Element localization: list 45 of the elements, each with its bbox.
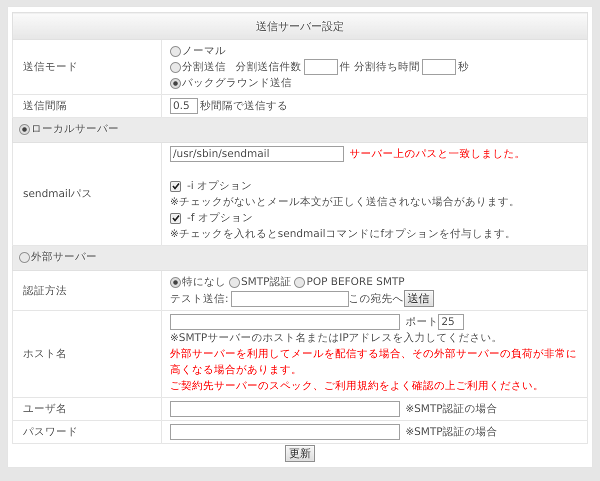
note-text: ※SMTP認証の場合 [404, 425, 498, 440]
send-button[interactable]: 送信 [404, 290, 434, 307]
input-field[interactable]: /usr/sbin/sendmail [170, 146, 344, 162]
radio-option[interactable]: ノーマル [170, 43, 226, 59]
input-field[interactable] [170, 314, 400, 330]
input-field[interactable] [170, 401, 400, 417]
field-label: この宛先へ [348, 292, 404, 306]
field-label: テスト送信: [170, 292, 229, 306]
note-text: ※SMTP認証の場合 [404, 402, 498, 417]
field-label: ポート [404, 315, 438, 330]
row-label: パスワード [12, 420, 162, 444]
input-field[interactable] [422, 59, 456, 75]
note-text: ※チェックがないとメール本文が正しく送信されない場合があります。 [170, 195, 520, 210]
radio-option[interactable]: バックグラウンド送信 [170, 75, 292, 91]
row-label: 認証方法 [12, 270, 162, 310]
radio-option[interactable]: 特になし [170, 274, 226, 290]
unit-label: 秒 [458, 60, 470, 75]
input-field[interactable] [230, 290, 349, 306]
row-label: ホスト名 [12, 310, 162, 398]
row-label: 送信モード [12, 40, 162, 94]
input-field[interactable]: 25 [438, 314, 464, 330]
note-text: ※SMTPサーバーのホスト名またはIPアドレスを入力してください。 [170, 332, 503, 344]
update-button[interactable]: 更新 [285, 445, 315, 462]
note-text: ※チェックを入れるとsendmailコマンドにfオプションを付与します。 [170, 227, 516, 242]
warning-text: ご契約先サーバーのスペック、ご利用規約をよく確認の上ご利用ください。 [170, 379, 545, 394]
radio-option[interactable]: 分割送信 [170, 59, 226, 75]
radio-option[interactable]: POP BEFORE SMTP [294, 274, 405, 290]
input-field[interactable]: 0.5 [170, 98, 198, 114]
status-message: サーバー上のパスと一致しました。 [348, 147, 526, 162]
field-label: 秒間隔で送信する [200, 99, 288, 114]
field-label: 分割待ち時間 [353, 60, 420, 75]
radio-option[interactable]: ローカルサーバー [19, 122, 119, 136]
radio-option[interactable]: 外部サーバー [19, 250, 97, 264]
unit-label: 件 [340, 60, 351, 75]
field-label: 分割送信件数 [234, 60, 302, 75]
warning-text: 外部サーバーを利用してメールを配信する場合、その外部サーバーの負荷が非常に高くなる場合があります。 [170, 347, 578, 378]
input-field[interactable] [304, 59, 338, 75]
checkbox-option[interactable]: -i オプション [170, 178, 252, 194]
checkbox-option[interactable]: -f オプション [170, 210, 253, 226]
input-field[interactable] [170, 424, 400, 440]
checkbox[interactable] [170, 180, 181, 192]
checkbox[interactable] [170, 212, 181, 224]
row-label: ユーザ名 [12, 398, 162, 420]
table-title: 送信サーバー設定 [12, 12, 588, 40]
radio-option[interactable]: SMTP認証 [229, 274, 292, 290]
